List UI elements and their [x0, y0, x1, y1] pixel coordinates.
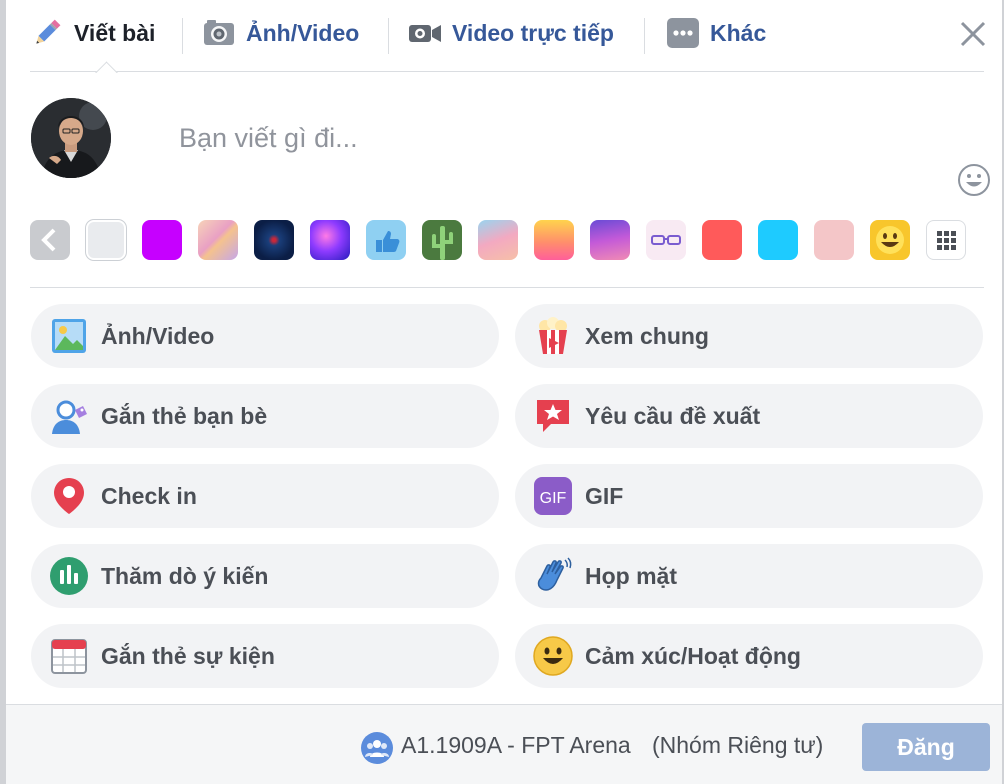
close-icon[interactable]: [957, 18, 989, 50]
more-icon: [666, 16, 700, 50]
background-swatch-light-pink[interactable]: [814, 220, 854, 260]
option-label: Yêu cầu đề xuất: [585, 402, 761, 429]
option-label: Cảm xúc/Hoạt động: [585, 642, 801, 669]
background-swatch-violet[interactable]: [310, 220, 350, 260]
waving-hand-icon: [533, 556, 573, 596]
group-icon: [361, 732, 393, 764]
camera-icon: [202, 16, 236, 50]
option-meetup[interactable]: Họp mặt: [515, 544, 983, 608]
background-swatch-smiley[interactable]: [870, 220, 910, 260]
option-tag-friends[interactable]: Gắn thẻ bạn bè: [31, 384, 499, 448]
divider: [30, 287, 984, 288]
option-label: GIF: [585, 482, 624, 509]
option-poll[interactable]: Thăm dò ý kiến: [31, 544, 499, 608]
composer-tabs: Viết bài Ảnh/Video Video trực tiếp Khác: [30, 0, 984, 72]
option-photo-video[interactable]: Ảnh/Video: [31, 304, 499, 368]
background-swatch-plain[interactable]: [86, 220, 126, 260]
svg-text:GIF: GIF: [540, 490, 567, 507]
option-watch-party[interactable]: Xem chung: [515, 304, 983, 368]
post-button[interactable]: Đăng: [862, 723, 990, 771]
photo-icon: [49, 316, 89, 356]
option-tag-event[interactable]: Gắn thẻ sự kiện: [31, 624, 499, 688]
option-label: Check in: [101, 482, 197, 509]
location-pin-icon: [49, 476, 89, 516]
background-swatch-red[interactable]: [702, 220, 742, 260]
background-swatch-glasses[interactable]: [646, 220, 686, 260]
composer-footer: A1.1909A - FPT Arena (Nhóm Riêng tư) Đăn…: [6, 704, 1002, 784]
option-label: Gắn thẻ bạn bè: [101, 402, 268, 429]
active-tab-caret: [94, 59, 120, 73]
background-back-button[interactable]: [30, 220, 70, 260]
option-feeling-activity[interactable]: Cảm xúc/Hoạt động: [515, 624, 983, 688]
option-label: Xem chung: [585, 322, 709, 349]
background-more-grid[interactable]: [926, 220, 966, 260]
background-swatch-dark-blue[interactable]: [254, 220, 294, 260]
tag-friends-icon: [49, 396, 89, 436]
option-recommendations[interactable]: Yêu cầu đề xuất: [515, 384, 983, 448]
tab-label: Viết bài: [74, 19, 156, 46]
pencil-icon: [30, 16, 64, 50]
background-swatch-purple[interactable]: [142, 220, 182, 260]
background-swatch-pastel-wave[interactable]: [478, 220, 518, 260]
group-name[interactable]: A1.1909A - FPT Arena: [401, 732, 631, 759]
tab-label: Ảnh/Video: [246, 19, 360, 46]
option-check-in[interactable]: Check in: [31, 464, 499, 528]
window-left-edge: [0, 0, 6, 784]
background-swatch-peach[interactable]: [198, 220, 238, 260]
background-swatch-cactus[interactable]: [422, 220, 462, 260]
background-picker: [30, 218, 980, 264]
background-swatch-cyan[interactable]: [758, 220, 798, 260]
tab-label: Video trực tiếp: [452, 19, 614, 46]
gif-icon: GIF: [533, 476, 573, 516]
tab-live-video[interactable]: Video trực tiếp: [408, 14, 614, 52]
tab-separator: [388, 18, 389, 54]
tab-separator: [182, 18, 183, 54]
tab-more[interactable]: Khác: [666, 14, 766, 52]
tab-write-post[interactable]: Viết bài: [30, 14, 155, 52]
smiley-icon: [533, 636, 573, 676]
option-gif[interactable]: GIF GIF: [515, 464, 983, 528]
tab-photo-video[interactable]: Ảnh/Video: [202, 14, 359, 52]
recommendation-icon: [533, 396, 573, 436]
group-privacy: (Nhóm Riêng tư): [652, 732, 824, 758]
emoji-picker-icon[interactable]: [957, 163, 991, 197]
poll-icon: [49, 556, 89, 596]
option-label: Ảnh/Video: [101, 322, 215, 349]
tab-label: Khác: [710, 19, 767, 46]
avatar[interactable]: [31, 98, 111, 178]
option-label: Họp mặt: [585, 562, 677, 589]
post-text-input[interactable]: [179, 118, 939, 158]
calendar-icon: [49, 636, 89, 676]
video-camera-icon: [408, 16, 442, 50]
tab-separator: [644, 18, 645, 54]
popcorn-icon: [533, 316, 573, 356]
background-swatch-thumbs-up[interactable]: [366, 220, 406, 260]
option-label: Gắn thẻ sự kiện: [101, 642, 275, 669]
background-swatch-purple-wave[interactable]: [590, 220, 630, 260]
background-swatch-sunset[interactable]: [534, 220, 574, 260]
option-label: Thăm dò ý kiến: [101, 562, 269, 589]
